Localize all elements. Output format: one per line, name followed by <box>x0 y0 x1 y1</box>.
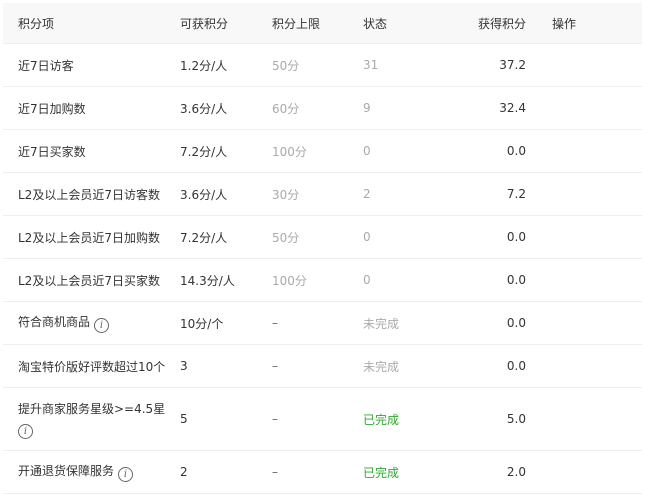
status-badge: 未完成 <box>363 301 445 345</box>
action-cell <box>538 86 642 130</box>
earned-points: 37.2 <box>445 43 538 87</box>
table-row: L2及以上会员近7日访客数 3.6分/人 30分 2 7.2 <box>3 172 642 216</box>
table-row: 开通退货保障服务 i 2 – 已完成 2.0 <box>3 450 642 494</box>
points-rate: 1.2分/人 <box>180 43 272 87</box>
action-cell <box>538 258 642 302</box>
header-status: 状态 <box>363 3 445 44</box>
points-rate: 3 <box>180 344 272 388</box>
header-earned: 获得积分 <box>445 3 538 44</box>
earned-points: 7.2 <box>445 172 538 216</box>
points-rate: 3.6分/人 <box>180 172 272 216</box>
status: 0 <box>363 215 445 259</box>
table-row: 近7日买家数 7.2分/人 100分 0 0.0 <box>3 129 642 173</box>
item-name: 近7日访客 <box>3 43 180 87</box>
points-limit: – <box>272 344 363 388</box>
item-name: L2及以上会员近7日访客数 <box>3 172 180 216</box>
action-cell <box>538 387 642 451</box>
table-row: 近7日加购数 3.6分/人 60分 9 32.4 <box>3 86 642 130</box>
points-rate: 3.6分/人 <box>180 86 272 130</box>
item-name: L2及以上会员近7日加购数 <box>3 215 180 259</box>
table-header-row: 积分项 可获积分 积分上限 状态 获得积分 操作 <box>3 3 642 44</box>
item-name: 近7日买家数 <box>3 129 180 173</box>
item-name: 符合商机商品 <box>18 315 91 329</box>
table-row: 淘宝特价版好评数超过10个 3 – 未完成 0.0 <box>3 344 642 388</box>
item-name: 提升商家服务星级>=4.5星 <box>18 401 166 416</box>
table-row: 近7日访客 1.2分/人 50分 31 37.2 <box>3 43 642 87</box>
table-row: L2及以上会员近7日加购数 7.2分/人 50分 0 0.0 <box>3 215 642 259</box>
item-name: 开通退货保障服务 <box>18 464 115 478</box>
points-table: 积分项 可获积分 积分上限 状态 获得积分 操作 近7日访客 1.2分/人 50… <box>3 3 642 494</box>
table-row: L2及以上会员近7日买家数 14.3分/人 100分 0 0.0 <box>3 258 642 302</box>
table-row: 提升商家服务星级>=4.5星 i 5 – 已完成 5.0 <box>3 387 642 451</box>
status: 0 <box>363 258 445 302</box>
points-rate: 7.2分/人 <box>180 215 272 259</box>
points-limit: 50分 <box>272 215 363 259</box>
points-limit: 30分 <box>272 172 363 216</box>
points-limit: 50分 <box>272 43 363 87</box>
item-name-cell: 开通退货保障服务 i <box>3 450 180 494</box>
action-cell <box>538 129 642 173</box>
action-cell <box>538 301 642 345</box>
points-rate: 2 <box>180 450 272 494</box>
item-name: 近7日加购数 <box>3 86 180 130</box>
points-rate: 5 <box>180 387 272 451</box>
action-cell <box>538 43 642 87</box>
earned-points: 0.0 <box>445 258 538 302</box>
status: 0 <box>363 129 445 173</box>
earned-points: 0.0 <box>445 344 538 388</box>
header-action: 操作 <box>538 3 642 44</box>
action-cell <box>538 215 642 259</box>
info-icon[interactable]: i <box>118 467 134 482</box>
item-name: L2及以上会员近7日买家数 <box>3 258 180 302</box>
status-badge: 已完成 <box>363 450 445 494</box>
points-limit: 60分 <box>272 86 363 130</box>
item-name-cell: 提升商家服务星级>=4.5星 i <box>3 387 180 451</box>
earned-points: 0.0 <box>445 129 538 173</box>
action-cell <box>538 450 642 494</box>
points-limit: 100分 <box>272 129 363 173</box>
status-badge: 已完成 <box>363 387 445 451</box>
item-name-cell: 符合商机商品 i <box>3 301 180 345</box>
header-limit: 积分上限 <box>272 3 363 44</box>
earned-points: 2.0 <box>445 450 538 494</box>
action-cell <box>538 172 642 216</box>
status: 9 <box>363 86 445 130</box>
earned-points: 32.4 <box>445 86 538 130</box>
status: 31 <box>363 43 445 87</box>
status: 2 <box>363 172 445 216</box>
info-icon[interactable]: i <box>94 318 110 333</box>
action-cell <box>538 344 642 388</box>
points-rate: 7.2分/人 <box>180 129 272 173</box>
points-table-container: 积分项 可获积分 积分上限 状态 获得积分 操作 近7日访客 1.2分/人 50… <box>3 3 642 494</box>
points-limit: – <box>272 387 363 451</box>
item-name: 淘宝特价版好评数超过10个 <box>3 344 180 388</box>
points-rate: 14.3分/人 <box>180 258 272 302</box>
table-row: 符合商机商品 i 10分/个 – 未完成 0.0 <box>3 301 642 345</box>
status-badge: 未完成 <box>363 344 445 388</box>
header-item: 积分项 <box>3 3 180 44</box>
info-icon[interactable]: i <box>18 423 33 439</box>
earned-points: 0.0 <box>445 301 538 345</box>
points-limit: – <box>272 450 363 494</box>
points-rate: 10分/个 <box>180 301 272 345</box>
header-points: 可获积分 <box>180 3 272 44</box>
points-limit: – <box>272 301 363 345</box>
points-limit: 100分 <box>272 258 363 302</box>
earned-points: 0.0 <box>445 215 538 259</box>
earned-points: 5.0 <box>445 387 538 451</box>
